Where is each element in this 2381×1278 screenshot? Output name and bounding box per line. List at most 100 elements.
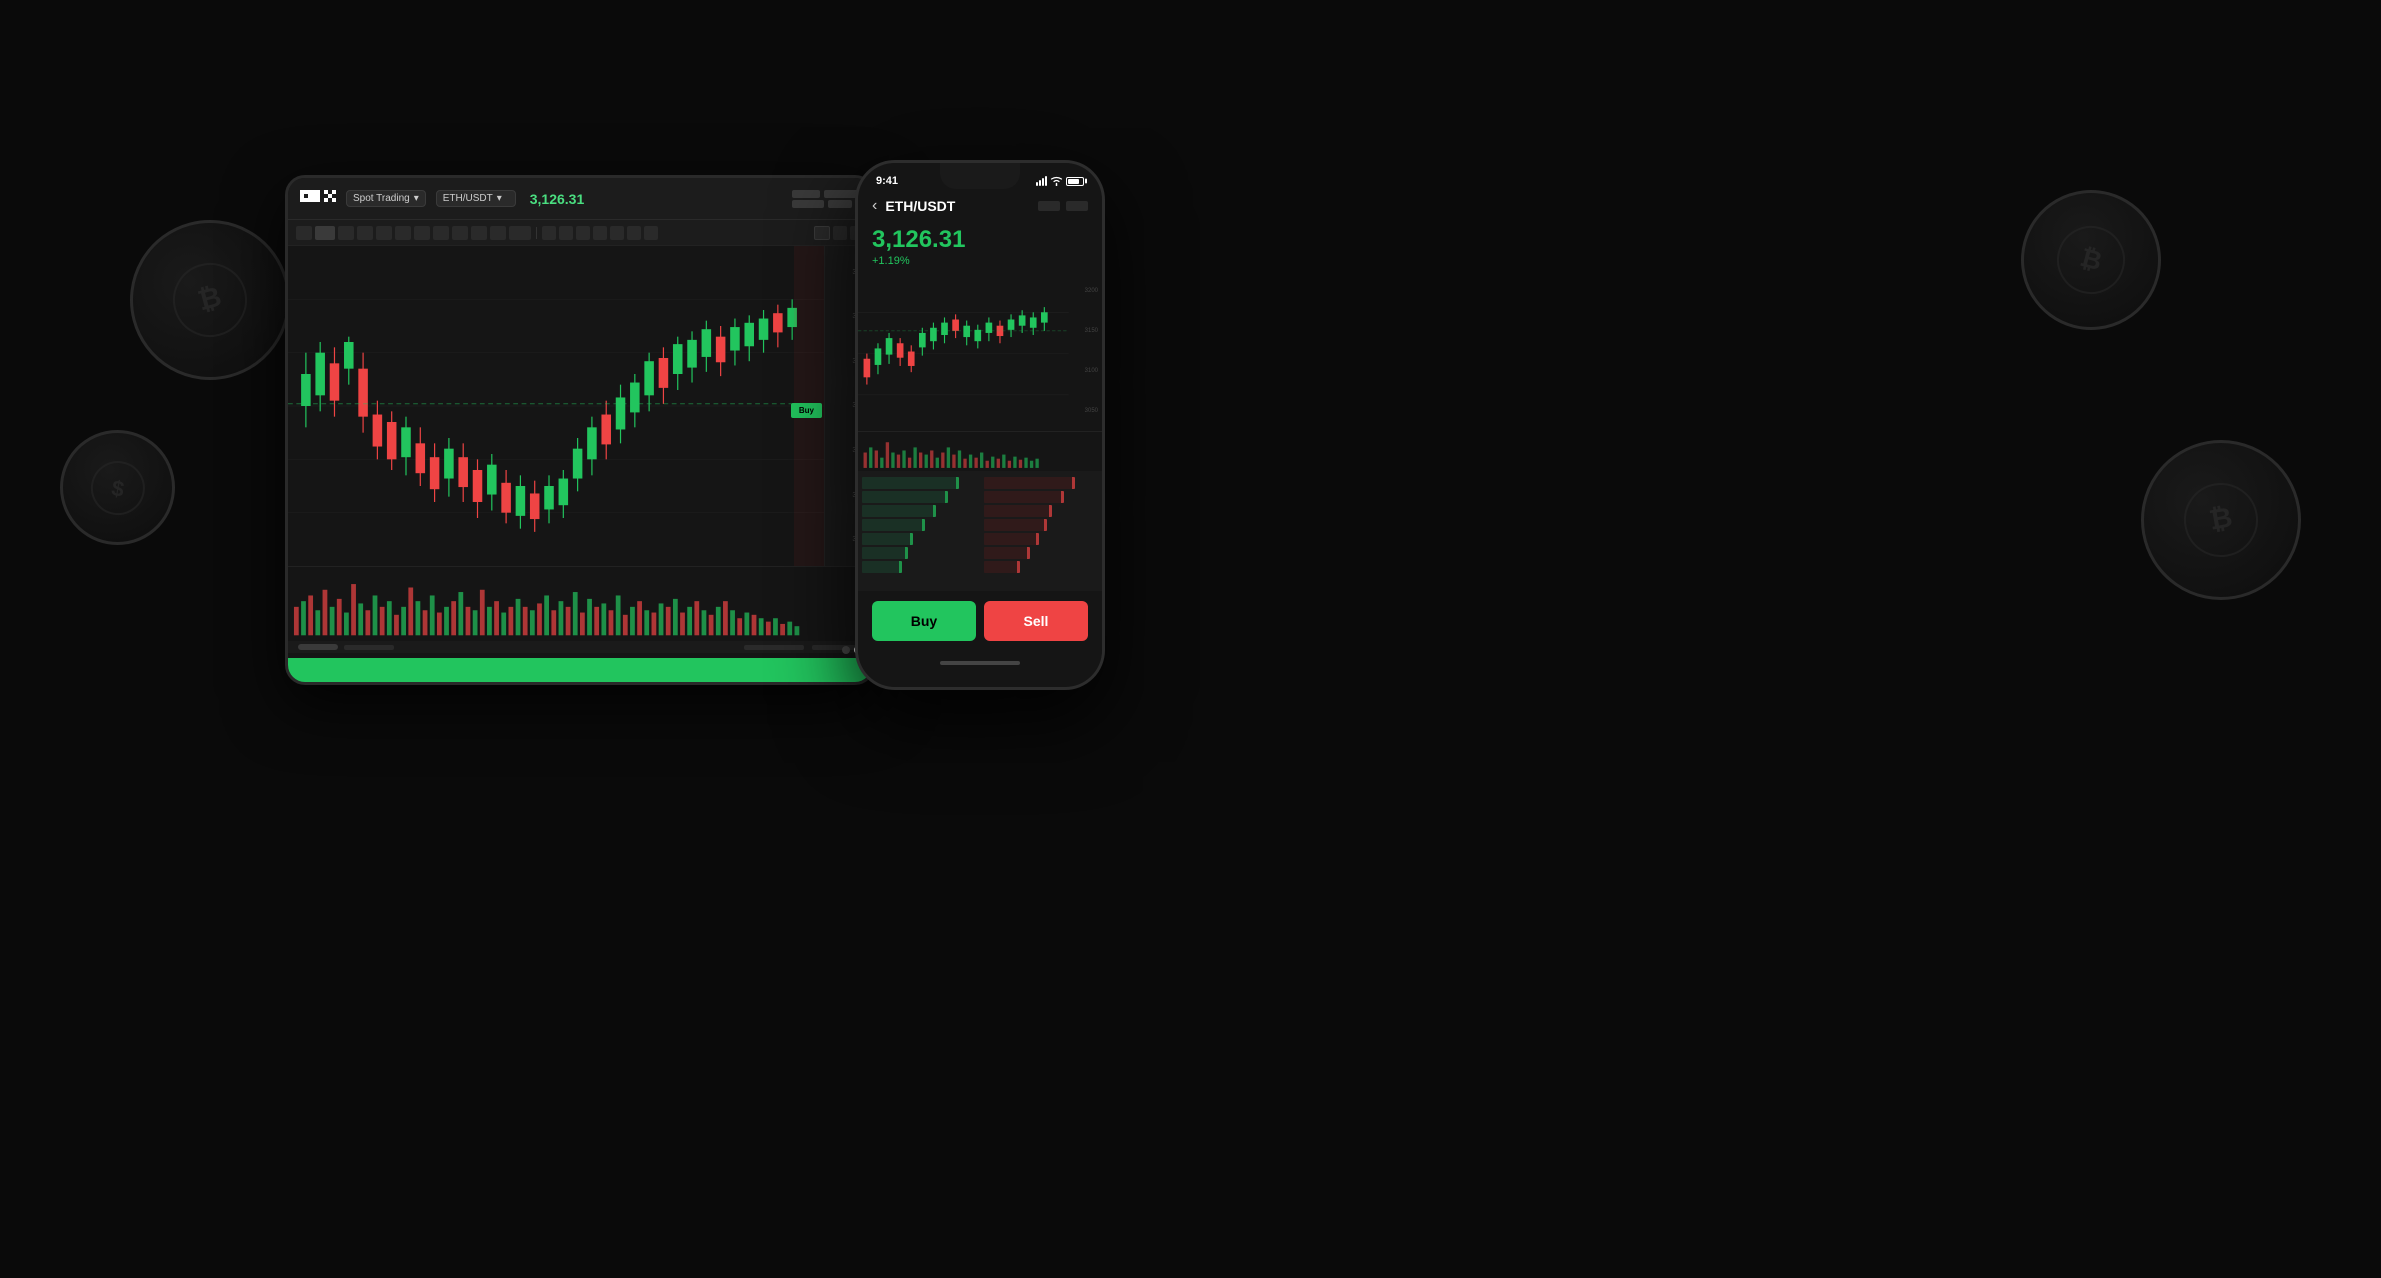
orderbook-buy-col xyxy=(858,471,980,591)
tablet-volume-chart xyxy=(288,566,872,641)
toolbar-icon[interactable] xyxy=(542,226,556,240)
toolbar-item[interactable] xyxy=(452,226,468,240)
toolbar-item[interactable] xyxy=(471,226,487,240)
ob-row xyxy=(862,519,925,531)
tablet-toolbar xyxy=(288,220,872,246)
svg-text:₿: ₿ xyxy=(2207,501,2235,535)
stat-bar xyxy=(792,200,824,208)
toolbar-icon[interactable] xyxy=(627,226,641,240)
phone-chart: 3200 3150 3100 3050 xyxy=(858,271,1102,431)
toolbar-icon[interactable] xyxy=(576,226,590,240)
phone-pair-title: ETH/USDT xyxy=(885,198,955,214)
phone-action-buttons: Buy Sell xyxy=(858,591,1102,653)
ob-row xyxy=(862,491,948,503)
btc-coin-bottomright: ₿ xyxy=(2128,427,2313,612)
phone-y-label: 3100 xyxy=(1068,368,1098,374)
toolbar-item[interactable] xyxy=(376,226,392,240)
orderbook-grid xyxy=(858,471,1102,591)
candlestick-chart xyxy=(288,246,872,566)
page-dot xyxy=(842,646,850,654)
toolbar-item[interactable] xyxy=(414,226,430,240)
phone-volume xyxy=(858,431,1102,471)
nav-icon xyxy=(1066,201,1088,211)
chart-icon[interactable] xyxy=(833,226,847,240)
toolbar-item[interactable] xyxy=(490,226,506,240)
toolbar-item[interactable] xyxy=(338,226,354,240)
tablet-header: Spot Trading ▾ ETH/USDT ▾ 3,126.31 xyxy=(288,178,872,220)
ob-row xyxy=(984,477,1075,489)
ob-row xyxy=(984,547,1030,559)
sell-button[interactable]: Sell xyxy=(984,601,1088,641)
signal-bar-3 xyxy=(1042,178,1044,186)
phone-y-label: 3200 xyxy=(1068,288,1098,294)
toolbar-item[interactable] xyxy=(357,226,373,240)
phone-chart-y-axis: 3200 3150 3100 3050 xyxy=(1068,271,1098,431)
nav-icon xyxy=(1038,201,1060,211)
svg-text:₿: ₿ xyxy=(2077,242,2105,276)
stat-bar xyxy=(792,190,820,198)
home-indicator xyxy=(858,653,1102,673)
phone-price-section: 3,126.31 +1.19% xyxy=(858,221,1102,271)
spot-trading-dropdown[interactable]: Spot Trading ▾ xyxy=(346,190,426,207)
signal-bar-1 xyxy=(1036,182,1038,186)
signal-bar-2 xyxy=(1039,180,1041,186)
stat-bar xyxy=(828,200,852,208)
toolbar-item[interactable] xyxy=(433,226,449,240)
tablet-bottom-bar xyxy=(288,658,872,682)
ob-row xyxy=(862,505,936,517)
signal-icon xyxy=(1036,176,1047,186)
ob-row xyxy=(984,505,1052,517)
ob-row xyxy=(984,491,1064,503)
buy-button[interactable]: Buy xyxy=(872,601,976,641)
toolbar-item[interactable] xyxy=(296,226,312,240)
svg-text:$: $ xyxy=(109,475,125,502)
ob-row xyxy=(862,477,959,489)
ob-row xyxy=(862,547,908,559)
phone-orderbook xyxy=(858,471,1102,591)
battery-fill xyxy=(1068,179,1079,184)
signal-bar-4 xyxy=(1045,176,1047,186)
scroll-thumb[interactable] xyxy=(298,644,338,650)
toolbar-item-active[interactable] xyxy=(315,226,335,240)
phone-nav-right xyxy=(1038,201,1088,211)
toolbar-separator xyxy=(536,227,537,239)
toolbar-timeframe[interactable] xyxy=(509,226,531,240)
btc-coin-topleft: ₿ xyxy=(112,202,308,398)
svg-text:₿: ₿ xyxy=(195,281,225,317)
phone-device: 9:41 ‹ xyxy=(855,160,1105,690)
tablet-header-stats xyxy=(792,190,860,208)
btc-coin-topright: ₿ xyxy=(2005,174,2176,345)
okx-logo xyxy=(300,190,336,208)
toolbar-item[interactable] xyxy=(395,226,411,240)
toolbar-icon[interactable] xyxy=(593,226,607,240)
ob-row xyxy=(862,533,913,545)
scroll-label xyxy=(344,645,394,650)
dollar-coin-bottomleft: $ xyxy=(51,421,184,554)
wifi-icon xyxy=(1050,176,1063,186)
toolbar-icon[interactable] xyxy=(559,226,573,240)
scroll-label-right xyxy=(744,645,804,650)
phone-y-label: 3050 xyxy=(1068,408,1098,414)
phone-y-label: 3150 xyxy=(1068,328,1098,334)
status-icons xyxy=(1036,176,1084,186)
toolbar-icon[interactable] xyxy=(610,226,624,240)
status-time: 9:41 xyxy=(876,175,898,187)
tablet-price: 3,126.31 xyxy=(530,191,585,207)
battery-icon xyxy=(1066,177,1084,186)
ob-row xyxy=(862,561,902,573)
pair-dropdown[interactable]: ETH/USDT ▾ xyxy=(436,190,516,207)
chart-type-icon[interactable] xyxy=(814,226,830,240)
toolbar-icon[interactable] xyxy=(644,226,658,240)
ob-row xyxy=(984,561,1020,573)
phone-notch xyxy=(940,163,1020,189)
tablet-scrollbar[interactable] xyxy=(288,641,872,653)
ob-row xyxy=(984,533,1039,545)
phone-nav: ‹ ETH/USDT xyxy=(858,193,1102,221)
orderbook-sell-col xyxy=(980,471,1102,591)
back-button[interactable]: ‹ xyxy=(872,197,877,215)
chart-buy-button[interactable]: Buy xyxy=(791,403,822,418)
phone-price: 3,126.31 xyxy=(872,227,1088,253)
ob-row xyxy=(984,519,1047,531)
home-bar xyxy=(940,661,1020,665)
tablet-device: Spot Trading ▾ ETH/USDT ▾ 3,126.31 xyxy=(285,175,875,685)
